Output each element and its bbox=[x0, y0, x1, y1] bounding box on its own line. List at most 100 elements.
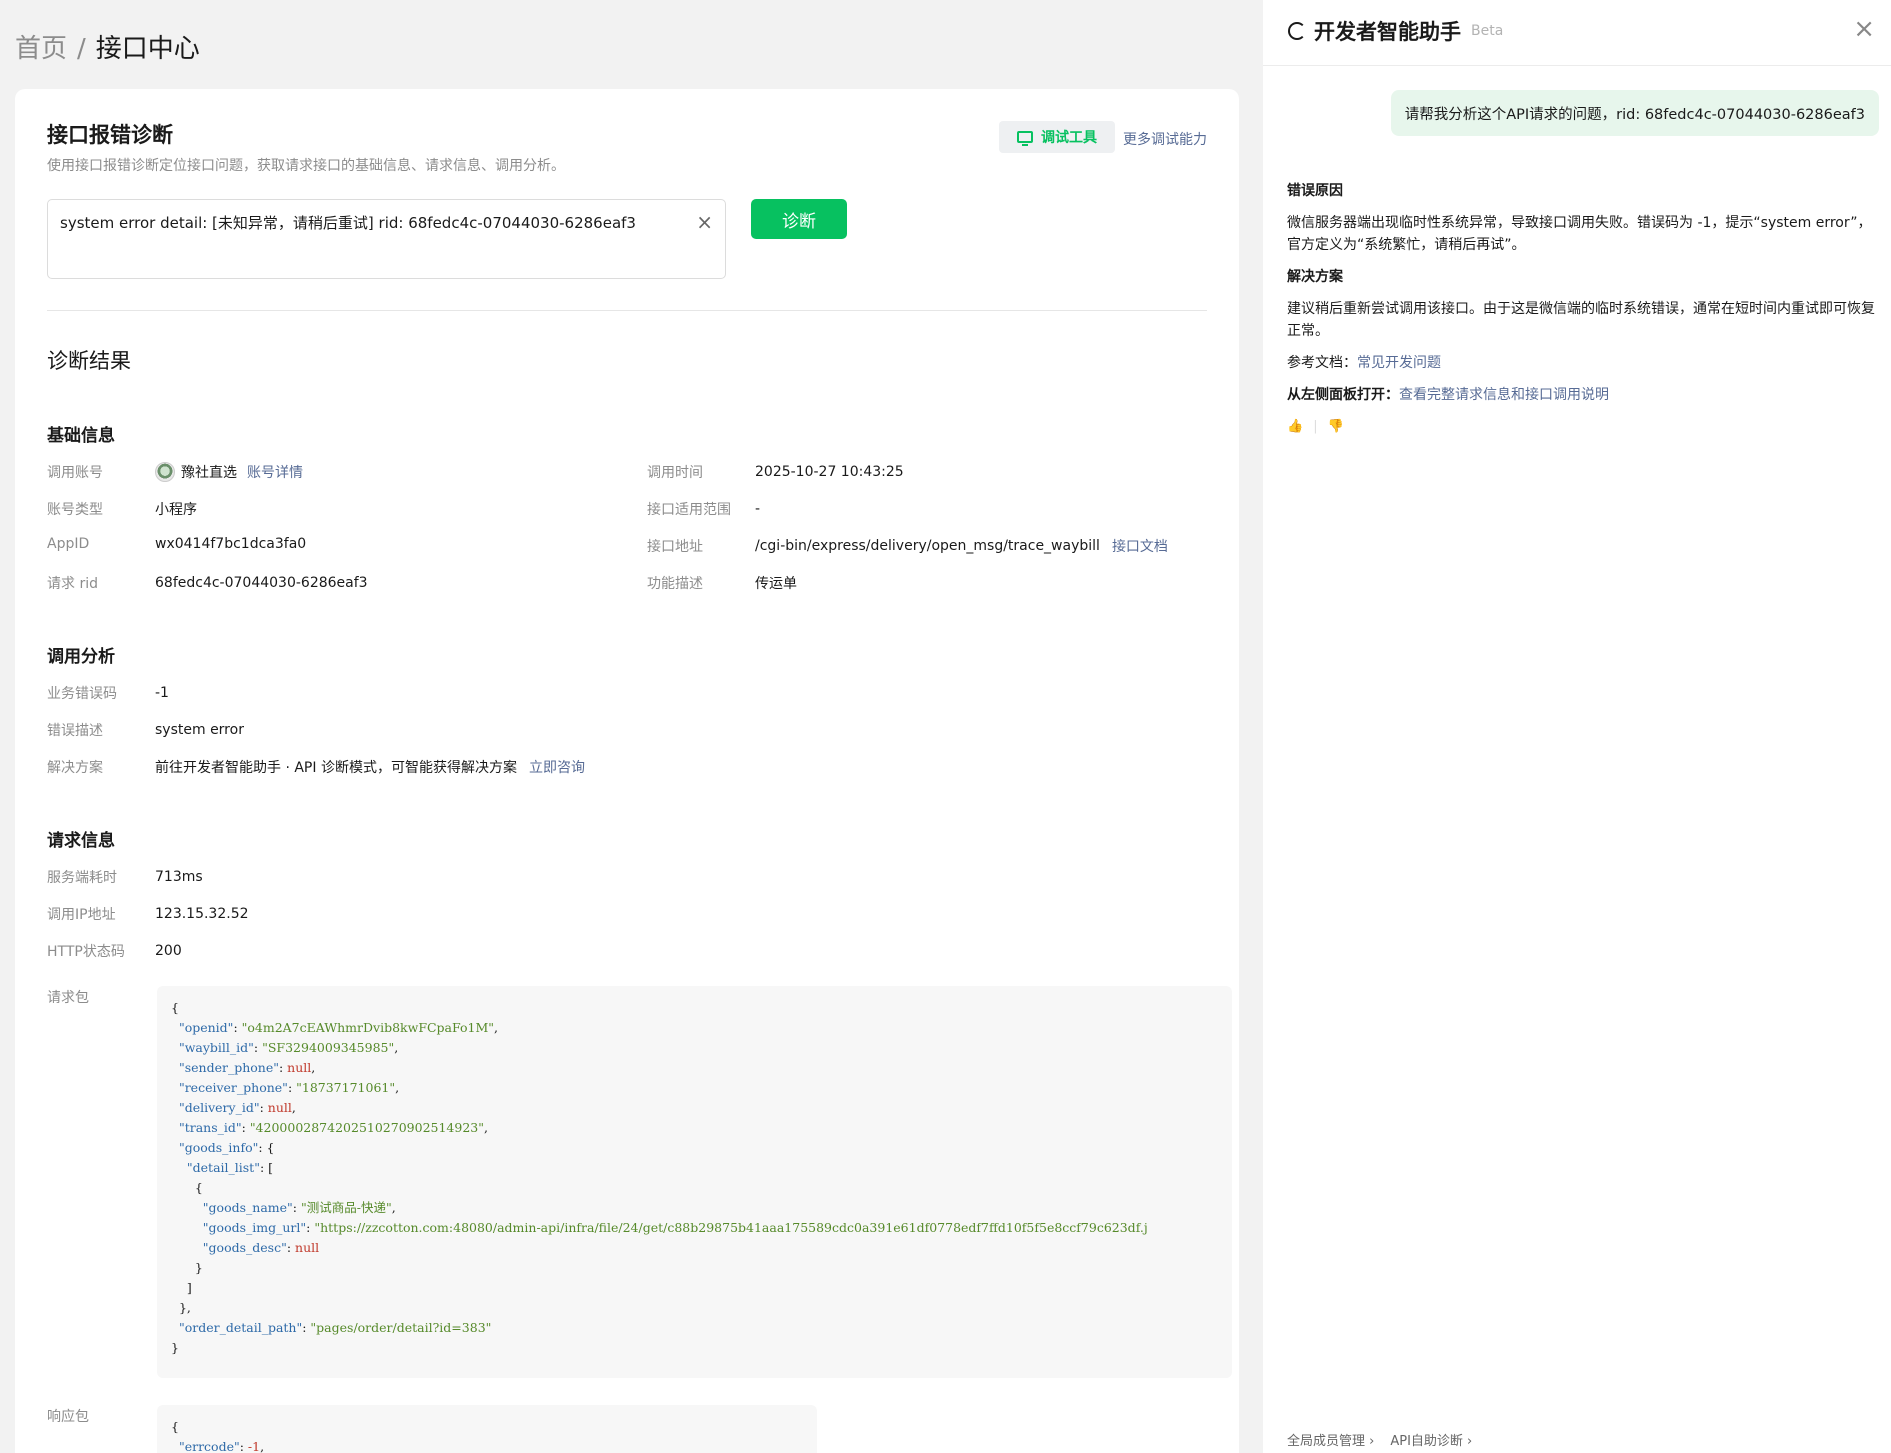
solution-text: 建议稍后重新尝试调用该接口。由于这是微信端的临时系统错误，通常在短时间内重试即可… bbox=[1287, 301, 1875, 339]
request-body-code: { "openid": "o4m2A7cEAWhmrDvib8kwFCpaFo1… bbox=[157, 986, 1232, 1378]
member-management-link[interactable]: 全局成员管理 › bbox=[1287, 1430, 1374, 1449]
assistant-footer: 全局成员管理 › API自助诊断 › bbox=[1287, 1430, 1472, 1449]
cost-label: 服务端耗时 bbox=[47, 870, 117, 886]
breadcrumb: 首页 / 接口中心 bbox=[15, 28, 200, 65]
func-value: 传运单 bbox=[755, 576, 797, 592]
thumbs-up-icon[interactable]: 👍 bbox=[1287, 416, 1303, 438]
open-label: 从左侧面板打开： bbox=[1287, 387, 1399, 403]
time-label: 调用时间 bbox=[647, 465, 703, 481]
response-body-label: 响应包 bbox=[47, 1409, 89, 1425]
request-json-line: }, bbox=[171, 1300, 191, 1315]
solution-title: 解决方案 bbox=[1287, 269, 1343, 285]
error-code-label: 业务错误码 bbox=[47, 686, 117, 702]
user-message: 请帮我分析这个API请求的问题，rid: 68fedc4c-07044030-6… bbox=[1390, 90, 1879, 136]
ip-value: 123.15.32.52 bbox=[155, 906, 249, 922]
assistant-title: 开发者智能助手 Beta bbox=[1288, 16, 1503, 46]
open-row: 从左侧面板打开：查看完整请求信息和接口调用说明 bbox=[1287, 384, 1877, 406]
request-body-label: 请求包 bbox=[47, 990, 89, 1006]
assistant-panel: 开发者智能助手 Beta × 请帮我分析这个API请求的问题，rid: 68fe… bbox=[1263, 0, 1891, 1453]
assistant-header: 开发者智能助手 Beta × bbox=[1263, 0, 1891, 66]
diagnose-button[interactable]: 诊断 bbox=[751, 199, 847, 239]
cost-value: 713ms bbox=[155, 869, 203, 885]
reference-link[interactable]: 常见开发问题 bbox=[1357, 355, 1441, 371]
beta-badge: Beta bbox=[1471, 23, 1504, 39]
divider bbox=[47, 310, 1207, 311]
more-debug-link[interactable]: 更多调试能力 bbox=[1123, 129, 1207, 149]
request-json-line: "receiver_phone": "18737171061", bbox=[178, 1080, 400, 1095]
http-status-label: HTTP状态码 bbox=[47, 944, 125, 960]
breadcrumb-current: 接口中心 bbox=[95, 34, 200, 64]
reference-row: 参考文档：常见开发问题 bbox=[1287, 352, 1877, 374]
appid-label: AppID bbox=[47, 536, 90, 552]
solution-label: 解决方案 bbox=[47, 760, 103, 776]
request-info-title: 请求信息 bbox=[47, 831, 115, 851]
request-json-line: "goods_desc": null bbox=[202, 1240, 320, 1255]
api-doc-link[interactable]: 接口文档 bbox=[1112, 536, 1168, 556]
request-json-line: "order_detail_path": "pages/order/detail… bbox=[178, 1320, 492, 1335]
rid-value: 68fedc4c-07044030-6286eaf3 bbox=[155, 575, 368, 591]
main-panel: 首页 / 接口中心 接口报错诊断 使用接口报错诊断定位接口问题，获取请求接口的基础信… bbox=[0, 0, 1262, 1453]
debug-tool-label: 调试工具 bbox=[1041, 130, 1097, 146]
rid-input-value: system error detail: [未知异常，请稍后重试] rid: 6… bbox=[60, 214, 636, 232]
request-json-line: "sender_phone": null, bbox=[178, 1060, 316, 1075]
open-panel-link[interactable]: 查看完整请求信息和接口调用说明 bbox=[1399, 387, 1609, 403]
response-json-line: "errcode": -1, bbox=[178, 1439, 265, 1453]
type-value: 小程序 bbox=[155, 502, 197, 518]
breadcrumb-home[interactable]: 首页 bbox=[15, 34, 67, 64]
url-value: /cgi-bin/express/delivery/open_msg/trace… bbox=[755, 538, 1100, 554]
api-self-diagnosis-link[interactable]: API自助诊断 › bbox=[1390, 1430, 1472, 1449]
diagnosis-card: 接口报错诊断 使用接口报错诊断定位接口问题，获取请求接口的基础信息、请求信息、调… bbox=[15, 89, 1239, 1453]
type-label: 账号类型 bbox=[47, 502, 103, 518]
request-json-line: { bbox=[171, 1000, 179, 1015]
response-json-line: { bbox=[171, 1419, 179, 1434]
appid-value: wx0414f7bc1dca3fa0 bbox=[155, 536, 307, 552]
breadcrumb-separator: / bbox=[77, 34, 86, 64]
request-json-line: "trans_id": "420000287420251027090251492… bbox=[178, 1120, 488, 1135]
avatar bbox=[155, 462, 175, 482]
account-detail-link[interactable]: 账号详情 bbox=[247, 462, 303, 482]
request-json-line: "goods_name": "测试商品-快递", bbox=[202, 1200, 396, 1215]
request-json-line: { bbox=[171, 1180, 203, 1195]
error-desc-label: 错误描述 bbox=[47, 723, 103, 739]
close-icon[interactable]: × bbox=[1853, 14, 1875, 44]
clear-icon[interactable]: × bbox=[696, 210, 713, 234]
request-json-line: } bbox=[171, 1260, 203, 1275]
reference-label: 参考文档： bbox=[1287, 355, 1357, 371]
assistant-title-text: 开发者智能助手 bbox=[1314, 20, 1461, 44]
result-title: 诊断结果 bbox=[47, 349, 131, 373]
scope-value: - bbox=[755, 501, 761, 517]
monitor-icon bbox=[1017, 131, 1033, 146]
request-json-line: "goods_info": { bbox=[178, 1140, 275, 1155]
request-json-line: "goods_img_url": "https://zzcotton.com:4… bbox=[202, 1220, 1148, 1235]
scope-label: 接口适用范围 bbox=[647, 502, 731, 518]
feedback-row: 👍 | 👎 bbox=[1287, 416, 1877, 438]
basic-info-title: 基础信息 bbox=[47, 426, 115, 446]
cause-text: 微信服务器端出现临时性系统异常，导致接口调用失败。错误码为 -1，提示“syst… bbox=[1287, 215, 1872, 253]
rid-label: 请求 rid bbox=[47, 576, 98, 592]
ip-label: 调用IP地址 bbox=[47, 907, 116, 923]
request-json-line: } bbox=[171, 1340, 179, 1355]
request-json-line: ] bbox=[171, 1280, 192, 1295]
page-description: 使用接口报错诊断定位接口问题，获取请求接口的基础信息、请求信息、调用分析。 bbox=[47, 158, 565, 174]
page-title: 接口报错诊断 bbox=[47, 123, 173, 147]
request-json-line: "openid": "o4m2A7cEAWhmrDvib8kwFCpaFo1M"… bbox=[178, 1020, 499, 1035]
func-label: 功能描述 bbox=[647, 576, 703, 592]
response-body-code: { "errcode": -1, "errmsg": "system error… bbox=[157, 1405, 817, 1453]
error-code-value: -1 bbox=[155, 685, 169, 701]
cause-title: 错误原因 bbox=[1287, 183, 1343, 199]
url-label: 接口地址 bbox=[647, 539, 703, 555]
analysis-title: 调用分析 bbox=[47, 647, 115, 667]
rid-input[interactable]: system error detail: [未知异常，请稍后重试] rid: 6… bbox=[47, 199, 726, 279]
error-desc-value: system error bbox=[155, 722, 244, 738]
account-name: 豫社直选 bbox=[181, 465, 237, 481]
request-json-line: "waybill_id": "SF3294009345985", bbox=[178, 1040, 399, 1055]
solution-value: 前往开发者智能助手 · API 诊断模式，可智能获得解决方案 bbox=[155, 760, 517, 776]
time-value: 2025-10-27 10:43:25 bbox=[755, 464, 904, 480]
assistant-reply: 错误原因 微信服务器端出现临时性系统异常，导致接口调用失败。错误码为 -1，提示… bbox=[1287, 180, 1877, 438]
consult-link[interactable]: 立即咨询 bbox=[529, 757, 585, 777]
debug-tool-button[interactable]: 调试工具 bbox=[999, 121, 1115, 153]
http-status-value: 200 bbox=[155, 943, 182, 959]
thumbs-down-icon[interactable]: 👎 bbox=[1328, 416, 1344, 438]
request-json-line: "detail_list": [ bbox=[186, 1160, 274, 1175]
refresh-icon[interactable] bbox=[1288, 22, 1306, 40]
